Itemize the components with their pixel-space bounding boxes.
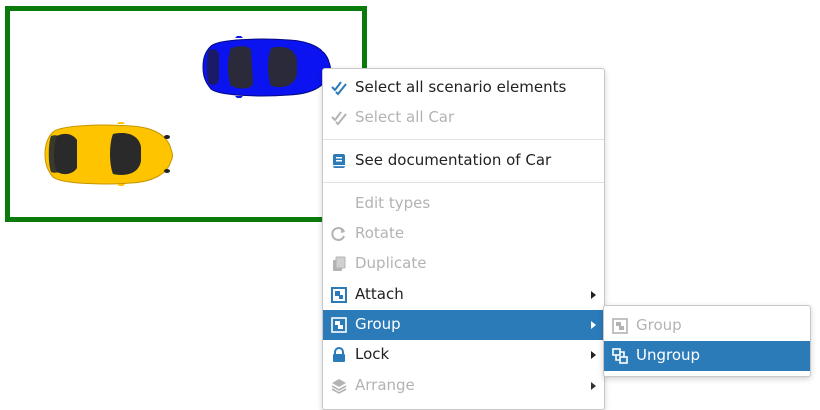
submenu-arrow-icon [591, 321, 596, 329]
blue-car[interactable] [201, 36, 331, 98]
menu-item-edit-types[interactable]: Edit types [323, 189, 604, 219]
menu-item-lock[interactable]: Lock [323, 340, 604, 370]
lock-icon [333, 347, 345, 362]
attach-icon [331, 287, 347, 303]
menu-separator [323, 139, 604, 140]
rotate-icon [331, 227, 345, 241]
ungroup-icon [612, 348, 628, 364]
menu-item-arrange[interactable]: Arrange [323, 371, 604, 401]
submenu-item-label: Ungroup [636, 346, 701, 364]
menu-item-label: Lock [355, 345, 390, 363]
menu-item-attach[interactable]: Attach [323, 280, 604, 310]
submenu-arrow-icon [591, 382, 596, 390]
double-check-icon [331, 111, 347, 126]
menu-separator [323, 182, 604, 183]
menu-item-group[interactable]: Group [323, 310, 604, 340]
submenu-item-ungroup[interactable]: Ungroup [604, 341, 810, 371]
submenu-item-label: Group [636, 316, 682, 334]
menu-item-select-all-scenario-elements[interactable]: Select all scenario elements [323, 73, 604, 103]
context-menu: Select all scenario elements Select all … [322, 68, 605, 410]
submenu-arrow-icon [591, 291, 596, 299]
menu-item-label: Select all Car [355, 108, 455, 126]
double-check-icon [331, 81, 347, 96]
scenario-canvas[interactable]: Select all scenario elements Select all … [0, 0, 820, 410]
group-icon [612, 318, 628, 334]
copy-icon [333, 256, 346, 271]
menu-item-label: Duplicate [355, 254, 427, 272]
menu-item-label: Group [355, 315, 401, 333]
menu-item-label: Rotate [355, 224, 405, 242]
menu-item-label: Edit types [355, 194, 431, 212]
menu-item-label: Select all scenario elements [355, 78, 567, 96]
yellow-car[interactable] [43, 122, 173, 186]
menu-item-rotate[interactable]: Rotate [323, 219, 604, 249]
group-icon [331, 317, 347, 333]
layers-icon [331, 379, 347, 394]
menu-item-duplicate[interactable]: Duplicate [323, 249, 604, 279]
menu-item-select-all-car[interactable]: Select all Car [323, 103, 604, 133]
submenu-item-group[interactable]: Group [604, 311, 810, 341]
book-icon [333, 154, 345, 168]
group-submenu: Group Ungroup [603, 305, 811, 377]
submenu-arrow-icon [591, 351, 596, 359]
menu-item-see-documentation[interactable]: See documentation of Car [323, 146, 604, 176]
menu-item-label: Arrange [355, 376, 415, 394]
menu-item-label: Attach [355, 285, 404, 303]
menu-item-label: See documentation of Car [355, 151, 552, 169]
